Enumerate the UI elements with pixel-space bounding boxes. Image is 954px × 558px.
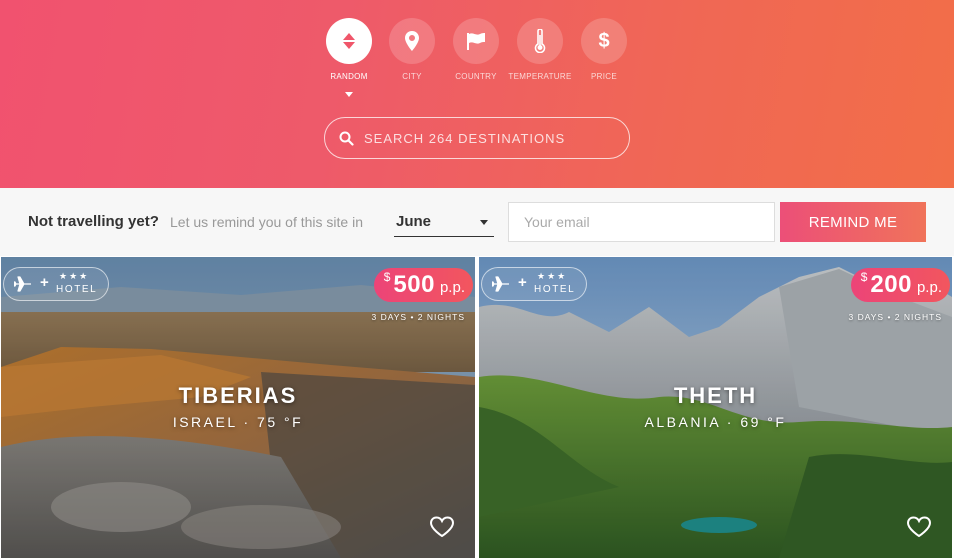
stay-duration: 3 DAYS • 2 NIGHTS [848, 312, 942, 322]
price-amount: 200 [870, 271, 912, 298]
thermometer-icon [517, 18, 563, 64]
price-currency: $ [860, 270, 868, 284]
hotel-stars: ★★★ [537, 271, 568, 281]
sort-random[interactable]: RANDOM [314, 18, 384, 81]
sort-country[interactable]: COUNTRY [441, 18, 511, 81]
destination-city: THETH [673, 383, 758, 408]
sort-options: RANDOM CITY COUNTRY TEMPERATURE $ PRICE [0, 18, 954, 108]
sort-arrows-icon [326, 18, 372, 64]
package-badge: + ★★★ HOTEL [3, 267, 109, 301]
hotel-stars: ★★★ [59, 271, 90, 281]
dollar-glyph: $ [598, 29, 610, 52]
hotel-label: HOTEL [56, 284, 98, 295]
hero-header: RANDOM CITY COUNTRY TEMPERATURE $ PRICE [0, 0, 954, 188]
stay-duration: 3 DAYS • 2 NIGHTS [371, 312, 465, 322]
price-badge: $ 500 p.p. [373, 268, 473, 302]
package-plus: + [40, 274, 49, 291]
destination-card[interactable]: + ★★★ HOTEL $ 200 p.p. 3 DAYS • 2 NIGHTS… [479, 257, 952, 558]
reminder-bar: Not travelling yet? Let us remind you of… [0, 188, 954, 256]
price-per: p.p. [916, 279, 942, 296]
package-badge: + ★★★ HOTEL [481, 267, 587, 301]
dollar-icon: $ [581, 18, 627, 64]
hotel-label: HOTEL [534, 284, 576, 295]
heart-icon[interactable] [906, 516, 932, 538]
airplane-icon [492, 276, 509, 292]
package-plus: + [518, 274, 527, 291]
month-select-value: June [396, 213, 432, 230]
remind-me-button[interactable]: REMIND ME [780, 202, 926, 242]
sort-temperature-label: TEMPERATURE [508, 72, 572, 81]
map-pin-icon [389, 18, 435, 64]
airplane-icon [14, 276, 31, 292]
sort-price-label: PRICE [591, 72, 617, 81]
active-sort-caret-icon [345, 92, 353, 97]
chevron-down-icon [480, 220, 488, 225]
destination-card[interactable]: + ★★★ HOTEL $ 500 p.p. 3 DAYS • 2 NIGHTS… [1, 257, 475, 558]
destination-city: TIBERIAS [178, 383, 298, 408]
destination-search[interactable] [324, 117, 630, 159]
email-field[interactable] [508, 202, 775, 242]
destination-details: ALBANIA · 69 °F [644, 414, 787, 430]
price-per: p.p. [439, 279, 465, 296]
price-amount: 500 [393, 271, 435, 298]
sort-city-label: CITY [402, 72, 422, 81]
search-icon [339, 131, 354, 146]
sort-city[interactable]: CITY [377, 18, 447, 81]
sort-country-label: COUNTRY [455, 72, 497, 81]
heart-icon[interactable] [429, 516, 455, 538]
month-select[interactable]: June [394, 207, 494, 237]
price-currency: $ [383, 270, 391, 284]
flag-icon [453, 18, 499, 64]
sort-temperature[interactable]: TEMPERATURE [505, 18, 575, 81]
price-badge: $ 200 p.p. [850, 268, 950, 302]
destination-details: ISRAEL · 75 °F [172, 414, 304, 430]
sort-random-label: RANDOM [330, 72, 368, 81]
search-input[interactable] [364, 130, 614, 146]
reminder-question: Not travelling yet? [28, 213, 159, 230]
reminder-hint: Let us remind you of this site in [170, 214, 363, 230]
sort-price[interactable]: $ PRICE [569, 18, 639, 81]
